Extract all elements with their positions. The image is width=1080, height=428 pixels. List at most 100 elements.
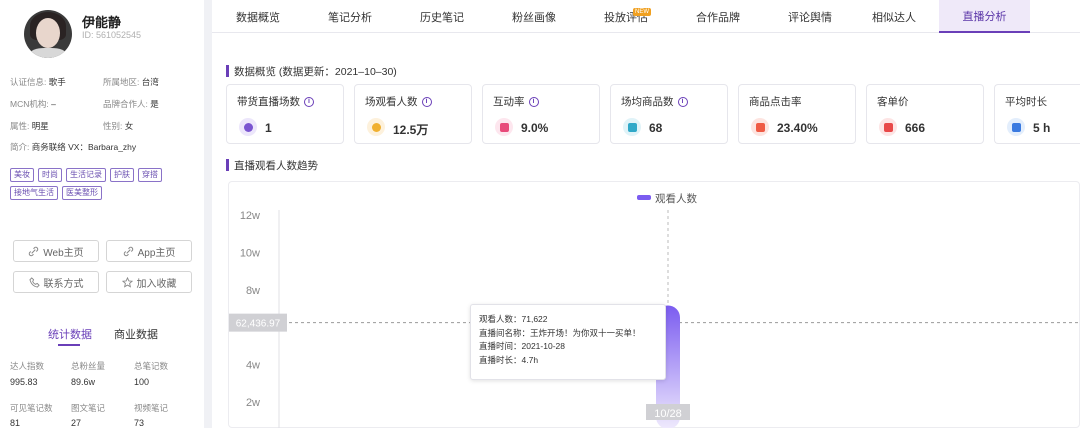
metric-value: 68	[649, 121, 663, 135]
avatar	[24, 10, 72, 58]
nav-overview[interactable]: 数据概览	[212, 0, 304, 33]
click-icon	[751, 118, 769, 136]
tooltip-line: 直播时间：2021-10-28	[479, 341, 565, 351]
interaction-icon	[495, 118, 513, 136]
metric-label: 客单价	[877, 96, 909, 108]
nav-history-notes[interactable]: 历史笔记	[396, 0, 488, 33]
tag[interactable]: 生活记录	[66, 168, 106, 182]
contact-button[interactable]: 联系方式	[13, 271, 99, 293]
tag[interactable]: 时尚	[38, 168, 62, 182]
y-tick-label: 8w	[246, 285, 260, 297]
nav-ad-evaluation[interactable]: 投放评估	[580, 0, 672, 33]
field-certification: 认证信息: 歌手	[10, 77, 66, 87]
stat-value: 81	[10, 418, 21, 428]
profile-name: 伊能静	[82, 15, 122, 30]
metric-value: 1	[265, 121, 272, 135]
stat-label: 视频笔记	[134, 403, 169, 413]
profile-id: ID: 561052545	[82, 30, 142, 40]
star-icon	[121, 276, 133, 288]
metric-label: 商品点击率	[749, 96, 802, 108]
field-region: 所属地区: 台湾	[103, 77, 159, 87]
stat-value: 27	[71, 418, 82, 428]
metric-card: 平均时长 5 h	[994, 84, 1080, 144]
app-root: 伊能静 ID: 561052545 认证信息: 歌手 所属地区: 台湾 MCN机…	[0, 0, 1080, 428]
active-tab-indicator	[58, 344, 80, 346]
legend-label: 观看人数	[655, 192, 697, 205]
field-bio: 简介: 商务联络 VX：Barbara_zhy	[10, 142, 137, 152]
stat-label: 总粉丝量	[71, 361, 106, 371]
nav-brands[interactable]: 合作品牌	[672, 0, 764, 33]
info-icon[interactable]: i	[677, 96, 688, 107]
link-icon	[123, 246, 133, 256]
info-icon[interactable]: i	[421, 96, 432, 107]
new-badge: NEW	[633, 8, 651, 16]
nav-comments[interactable]: 评论舆情	[764, 0, 856, 33]
metric-value: 9.0%	[521, 121, 549, 135]
crosshair-label: 62,436.97	[236, 319, 281, 330]
stat-value: 73	[134, 418, 145, 428]
tag[interactable]: 接地气生活	[10, 186, 58, 200]
field-mcn: MCN机构: –	[10, 99, 56, 109]
chart-tooltip: 观看人数：71,622 直播间名称：王炸开场！为你双十一买单！ 直播时间：202…	[470, 304, 666, 380]
metric-value: 12.5万	[393, 123, 429, 137]
metric-label: 带货直播场数	[237, 96, 300, 108]
stat-value: 100	[134, 377, 150, 387]
field-gender: 性别: 女	[103, 121, 134, 131]
nav-notes-analysis[interactable]: 笔记分析	[304, 0, 396, 33]
tab-business[interactable]: 商业数据	[114, 326, 158, 342]
thumb-icon	[623, 118, 641, 136]
stat-label: 图文笔记	[71, 403, 106, 413]
nav-similar[interactable]: 相似达人	[848, 0, 940, 33]
profile-panel: 伊能静 ID: 561052545 认证信息: 歌手 所属地区: 台湾 MCN机…	[0, 0, 204, 428]
tag-list: 美妆 时尚 生活记录 护肤 穿搭 接地气生活 医美整形	[10, 168, 190, 200]
metric-value: 666	[905, 121, 926, 135]
metric-value: 23.40%	[777, 121, 818, 135]
y-tick-label: 12w	[240, 210, 260, 222]
tag[interactable]: 穿搭	[138, 168, 162, 182]
metric-label: 互动率	[493, 96, 525, 108]
stat-value: 89.6w	[71, 377, 96, 387]
tag[interactable]: 医美整形	[62, 186, 102, 200]
person-icon	[239, 118, 257, 136]
stat-label: 可见笔记数	[10, 403, 53, 413]
nav-live-analysis[interactable]: 直播分析	[939, 0, 1030, 33]
x-tick-label: 10/28	[654, 408, 682, 420]
y-tick-label: 10w	[240, 247, 260, 259]
tab-stats[interactable]: 统计数据	[48, 326, 92, 342]
overview-title: 数据概览 (数据更新：2021–10–30)	[226, 64, 397, 79]
stat-label: 达人指数	[10, 361, 45, 371]
metric-value: 5 h	[1033, 121, 1051, 135]
price-icon	[879, 118, 897, 136]
field-attribute: 属性: 明星	[10, 121, 49, 131]
metric-label: 场均商品数	[621, 96, 674, 108]
tooltip-line: 直播间名称：王炸开场！为你双十一买单！	[479, 327, 641, 338]
y-tick-label: 4w	[246, 360, 260, 372]
nav-fan-profile[interactable]: 粉丝画像	[488, 0, 580, 33]
tooltip-line: 观看人数：71,622	[479, 314, 548, 324]
metric-card: 场均商品数 i 68	[610, 84, 728, 144]
metric-card: 客单价 666	[866, 84, 984, 144]
trend-title: 直播观看人数趋势	[226, 158, 318, 173]
phone-icon	[28, 276, 40, 288]
metric-card: 场观看人数 i 12.5万	[354, 84, 472, 144]
link-icon	[29, 246, 39, 256]
app-home-button[interactable]: App主页	[106, 240, 192, 262]
duration-icon	[1007, 118, 1025, 136]
y-tick-label: 2w	[246, 397, 260, 409]
info-icon[interactable]: i	[528, 96, 539, 107]
viewer-icon	[367, 118, 385, 136]
top-nav: 数据概览 笔记分析 历史笔记 粉丝画像 投放评估 NEW 合作品牌 评论舆情 相…	[212, 0, 1080, 33]
metric-card: 带货直播场数 i 1	[226, 84, 344, 144]
tag[interactable]: 护肤	[110, 168, 134, 182]
profile-tabs: 统计数据 商业数据	[0, 322, 204, 346]
metric-card: 商品点击率 23.40%	[738, 84, 856, 144]
metric-card: 互动率 i 9.0%	[482, 84, 600, 144]
info-icon[interactable]: i	[304, 96, 314, 107]
metric-label: 平均时长	[1005, 96, 1047, 108]
add-favorite-button[interactable]: 加入收藏	[106, 271, 192, 293]
stat-value: 995.83	[10, 377, 38, 387]
tooltip-line: 直播时长：4.7h	[479, 354, 539, 365]
web-home-button[interactable]: Web主页	[13, 240, 99, 262]
legend-swatch	[637, 195, 651, 200]
tag[interactable]: 美妆	[10, 168, 34, 182]
